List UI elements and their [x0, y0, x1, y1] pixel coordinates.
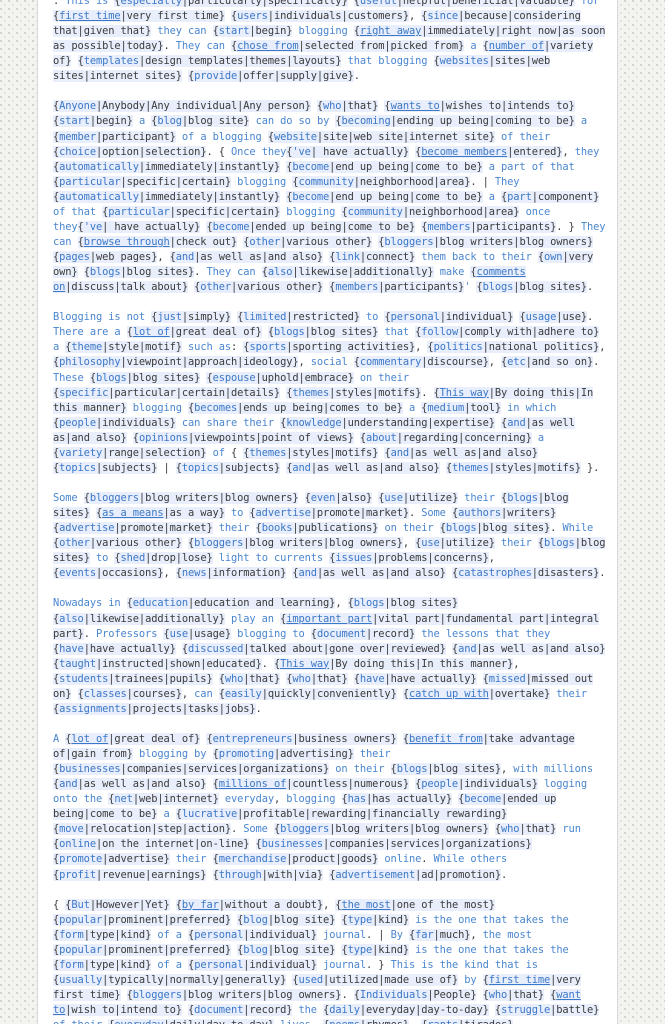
paragraph[interactable]: Nowadays in {education|education and lea…	[53, 596, 606, 717]
document-sheet: . This is {especially|particularly|speci…	[37, 0, 618, 1024]
spintax-document-body[interactable]: . This is {especially|particularly|speci…	[53, 0, 606, 1024]
page-background: . This is {especially|particularly|speci…	[0, 0, 665, 1024]
paragraph[interactable]: Blogging is not {just|simply} {limited|r…	[53, 310, 606, 476]
paragraph[interactable]: . This is {especially|particularly|speci…	[53, 0, 606, 84]
paragraph[interactable]: { {But|However|Yet} {by far|without a do…	[53, 898, 606, 1024]
paragraph[interactable]: {Anyone|Anybody|Any individual|Any perso…	[53, 99, 606, 295]
paragraph[interactable]: A {lot of|great deal of} {entrepreneurs|…	[53, 732, 606, 883]
paragraph[interactable]: Some {bloggers|blog writers|blog owners}…	[53, 491, 606, 581]
